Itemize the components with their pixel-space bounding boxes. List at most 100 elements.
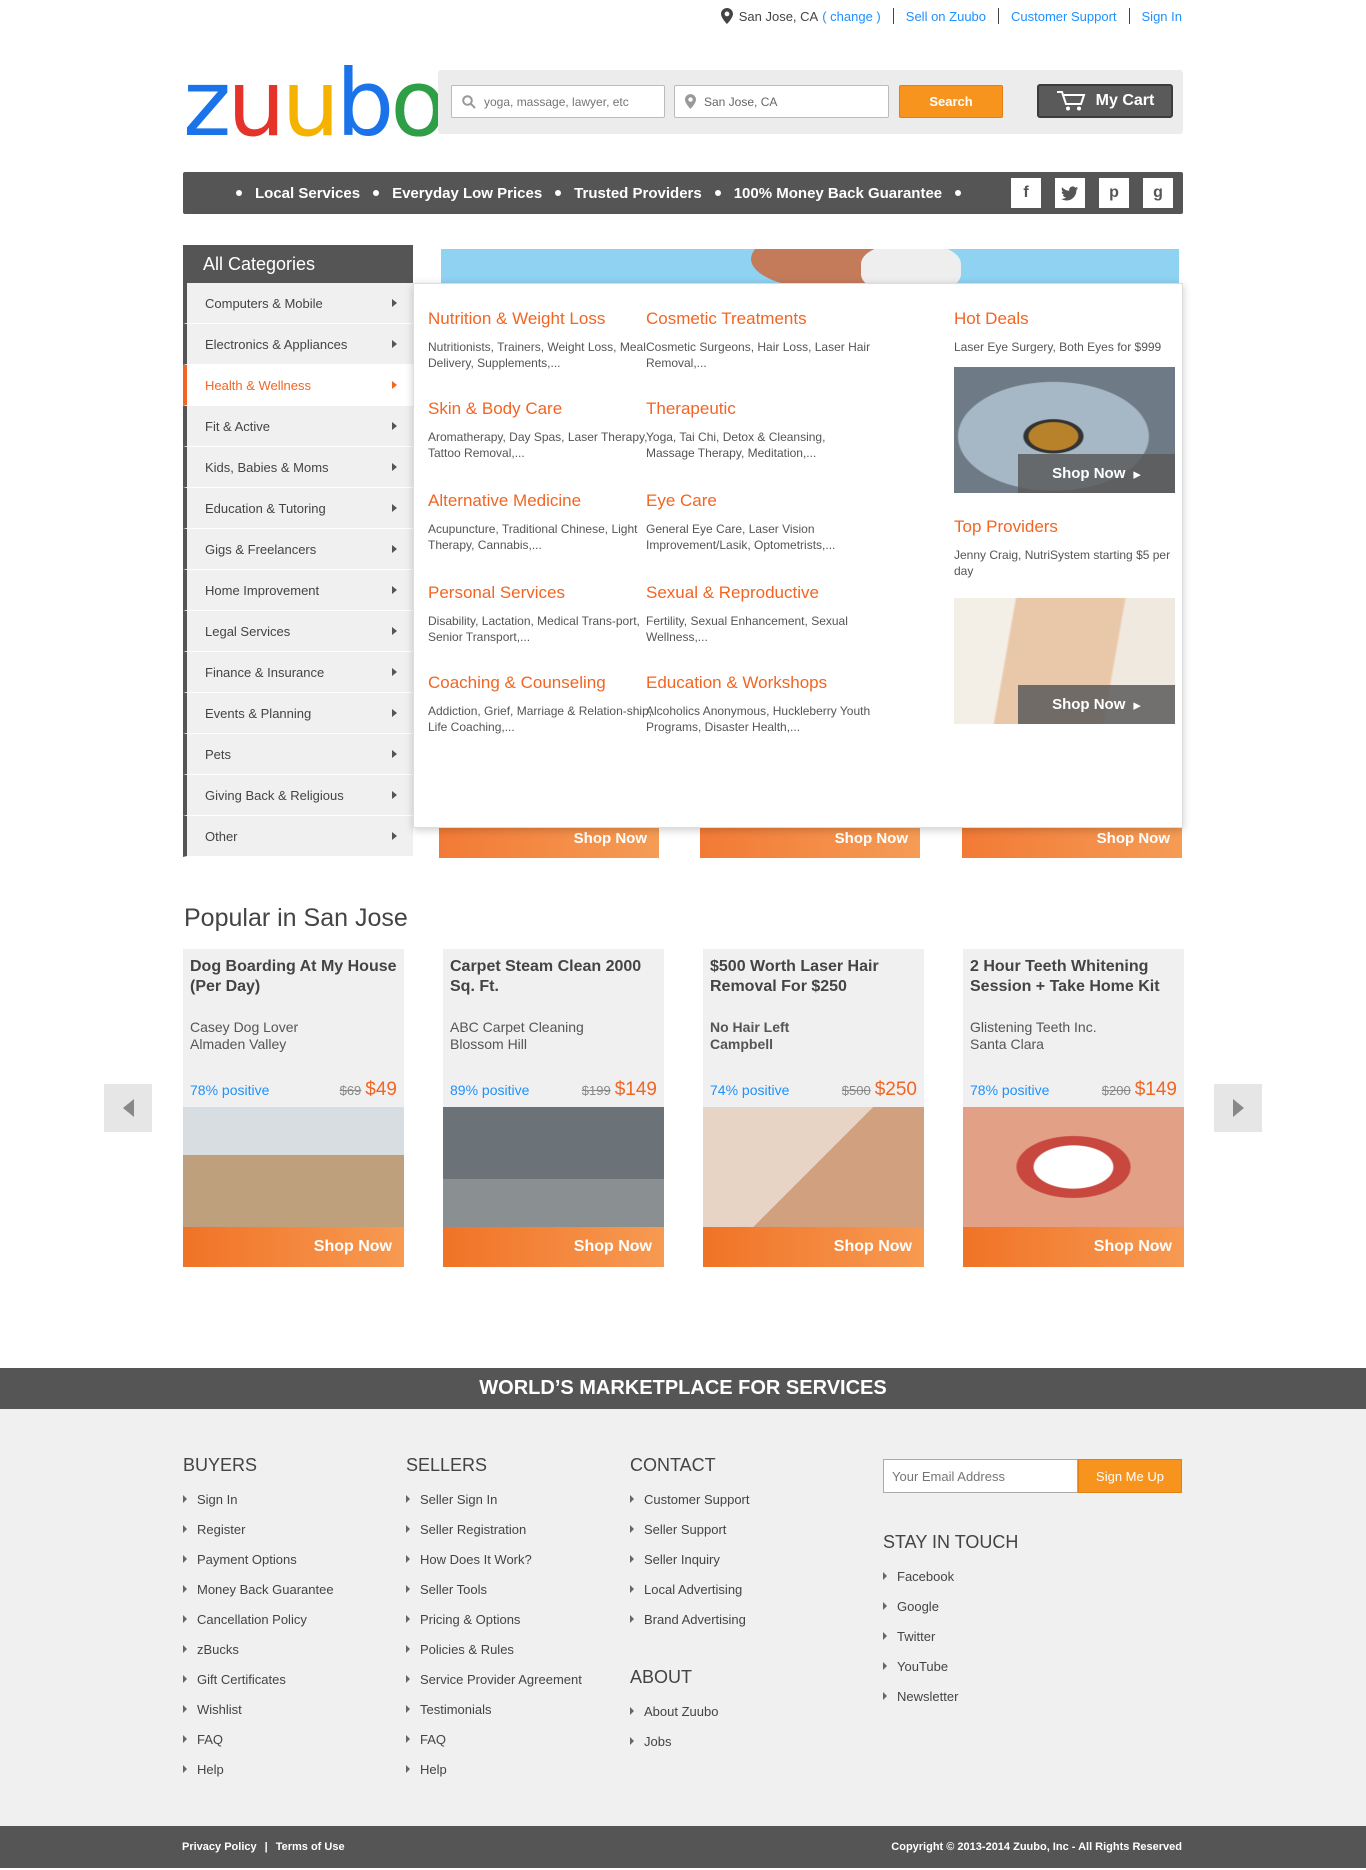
deal-card[interactable]: 2 Hour Teeth Whitening Session + Take Ho…: [963, 949, 1184, 1267]
menu-category-title[interactable]: Coaching & Counseling: [428, 673, 658, 693]
sidebar-item[interactable]: Pets: [183, 734, 413, 775]
footer-link[interactable]: Newsletter: [883, 1681, 1018, 1711]
footer-link[interactable]: FAQ: [183, 1724, 334, 1754]
menu-category-title[interactable]: Personal Services: [428, 583, 658, 603]
sidebar-item[interactable]: Events & Planning: [183, 693, 413, 734]
footer-link[interactable]: YouTube: [883, 1651, 1018, 1681]
footer-link[interactable]: Jobs: [630, 1726, 718, 1756]
carpet-photo[interactable]: [443, 1107, 664, 1227]
customer-support-link[interactable]: Customer Support: [1011, 9, 1117, 24]
hot-deals-shop-now-button[interactable]: Shop Now ▸: [1018, 454, 1175, 493]
sidebar-item[interactable]: Kids, Babies & Moms: [183, 447, 413, 488]
footer-link[interactable]: Facebook: [883, 1561, 1018, 1591]
deal-title[interactable]: $500 Worth Laser Hair Removal For $250: [703, 949, 924, 1019]
menu-category-title[interactable]: Cosmetic Treatments: [646, 309, 876, 329]
sidebar-item[interactable]: Legal Services: [183, 611, 413, 652]
deal-title[interactable]: 2 Hour Teeth Whitening Session + Take Ho…: [963, 949, 1184, 1019]
footer-link[interactable]: Pricing & Options: [406, 1604, 582, 1634]
deal-card[interactable]: Carpet Steam Clean 2000 Sq. Ft. ABC Carp…: [443, 949, 664, 1267]
sidebar-item[interactable]: Finance & Insurance: [183, 652, 413, 693]
sign-in-link[interactable]: Sign In: [1142, 9, 1182, 24]
footer-link[interactable]: Help: [406, 1754, 582, 1784]
footer-link[interactable]: Policies & Rules: [406, 1634, 582, 1664]
shop-now-button[interactable]: Shop Now: [183, 1227, 404, 1267]
laser-photo[interactable]: [703, 1107, 924, 1227]
sidebar-item[interactable]: Electronics & Appliances: [183, 324, 413, 365]
footer-link[interactable]: Sign In: [183, 1484, 334, 1514]
footer-link[interactable]: Money Back Guarantee: [183, 1574, 334, 1604]
location-input[interactable]: [704, 94, 874, 109]
footer-link[interactable]: About Zuubo: [630, 1696, 718, 1726]
facebook-icon[interactable]: f: [1011, 178, 1041, 208]
email-field[interactable]: [883, 1459, 1078, 1493]
footer-link[interactable]: Seller Tools: [406, 1574, 582, 1604]
footer-link[interactable]: Testimonials: [406, 1694, 582, 1724]
footer-link[interactable]: Service Provider Agreement: [406, 1664, 582, 1694]
carousel-prev-button[interactable]: [104, 1084, 152, 1132]
footer-link[interactable]: Cancellation Policy: [183, 1604, 334, 1634]
sidebar-item[interactable]: Health & Wellness: [183, 365, 413, 406]
sidebar-item[interactable]: Fit & Active: [183, 406, 413, 447]
my-cart-button[interactable]: My Cart: [1037, 84, 1173, 118]
deal-title[interactable]: Dog Boarding At My House (Per Day): [183, 949, 404, 1019]
footer-link[interactable]: Seller Support: [630, 1514, 750, 1544]
menu-category-title[interactable]: Skin & Body Care: [428, 399, 658, 419]
pinterest-icon[interactable]: p: [1099, 178, 1129, 208]
where-search-field[interactable]: [674, 85, 889, 118]
footer-link[interactable]: Brand Advertising: [630, 1604, 750, 1634]
shop-now-button[interactable]: Shop Now: [703, 1227, 924, 1267]
sidebar-item[interactable]: Home Improvement: [183, 570, 413, 611]
shop-now-button[interactable]: Shop Now: [443, 1227, 664, 1267]
old-price: $199: [581, 1083, 611, 1098]
footer-link[interactable]: Local Advertising: [630, 1574, 750, 1604]
teeth-photo[interactable]: [963, 1107, 1184, 1227]
google-plus-icon[interactable]: g: [1143, 178, 1173, 208]
footer-link[interactable]: FAQ: [406, 1724, 582, 1754]
footer-link[interactable]: Wishlist: [183, 1694, 334, 1724]
terms-of-use-link[interactable]: Terms of Use: [276, 1841, 345, 1853]
fitness-photo[interactable]: Shop Now ▸: [954, 598, 1175, 724]
footer-link[interactable]: Seller Registration: [406, 1514, 582, 1544]
sidebar-item[interactable]: Computers & Mobile: [183, 283, 413, 324]
menu-category-title[interactable]: Therapeutic: [646, 399, 876, 419]
deal-card[interactable]: Dog Boarding At My House (Per Day) Casey…: [183, 949, 404, 1267]
menu-category-title[interactable]: Nutrition & Weight Loss: [428, 309, 658, 329]
footer-link[interactable]: Help: [183, 1754, 334, 1784]
top-providers-shop-now-button[interactable]: Shop Now ▸: [1018, 685, 1175, 724]
footer-link[interactable]: Twitter: [883, 1621, 1018, 1651]
footer-link[interactable]: Seller Sign In: [406, 1484, 582, 1514]
shop-now-button[interactable]: Shop Now: [963, 1227, 1184, 1267]
carousel-next-button[interactable]: [1214, 1084, 1262, 1132]
footer-banner: WORLD’S MARKETPLACE FOR SERVICES: [0, 1368, 1366, 1409]
sidebar-item[interactable]: Gigs & Freelancers: [183, 529, 413, 570]
caret-right-icon: [392, 668, 397, 676]
twitter-icon[interactable]: [1055, 178, 1085, 208]
sign-me-up-button[interactable]: Sign Me Up: [1078, 1459, 1182, 1493]
menu-category-title[interactable]: Alternative Medicine: [428, 491, 658, 511]
footer-link[interactable]: Register: [183, 1514, 334, 1544]
privacy-policy-link[interactable]: Privacy Policy: [182, 1841, 257, 1853]
search-button[interactable]: Search: [899, 85, 1003, 118]
dog-photo[interactable]: [183, 1107, 404, 1227]
sell-on-zuubo-link[interactable]: Sell on Zuubo: [906, 9, 986, 24]
zuubo-logo[interactable]: zuubo: [183, 58, 447, 150]
footer-link[interactable]: Customer Support: [630, 1484, 750, 1514]
menu-category-title[interactable]: Sexual & Reproductive: [646, 583, 876, 603]
search-input[interactable]: [484, 94, 654, 109]
menu-category-title[interactable]: Eye Care: [646, 491, 876, 511]
footer-link[interactable]: Gift Certificates: [183, 1664, 334, 1694]
eye-photo[interactable]: Shop Now ▸: [954, 367, 1175, 493]
deal-title[interactable]: Carpet Steam Clean 2000 Sq. Ft.: [443, 949, 664, 1019]
change-location-link[interactable]: ( change ): [822, 9, 881, 24]
sidebar-item[interactable]: Education & Tutoring: [183, 488, 413, 529]
footer-link[interactable]: zBucks: [183, 1634, 334, 1664]
footer-link[interactable]: Google: [883, 1591, 1018, 1621]
footer-link[interactable]: Seller Inquiry: [630, 1544, 750, 1574]
footer-link[interactable]: Payment Options: [183, 1544, 334, 1574]
menu-category-title[interactable]: Education & Workshops: [646, 673, 876, 693]
footer-link[interactable]: How Does It Work?: [406, 1544, 582, 1574]
what-search-field[interactable]: [451, 85, 665, 118]
sidebar-item[interactable]: Giving Back & Religious: [183, 775, 413, 816]
sidebar-item[interactable]: Other: [183, 816, 413, 857]
deal-card[interactable]: $500 Worth Laser Hair Removal For $250 N…: [703, 949, 924, 1267]
